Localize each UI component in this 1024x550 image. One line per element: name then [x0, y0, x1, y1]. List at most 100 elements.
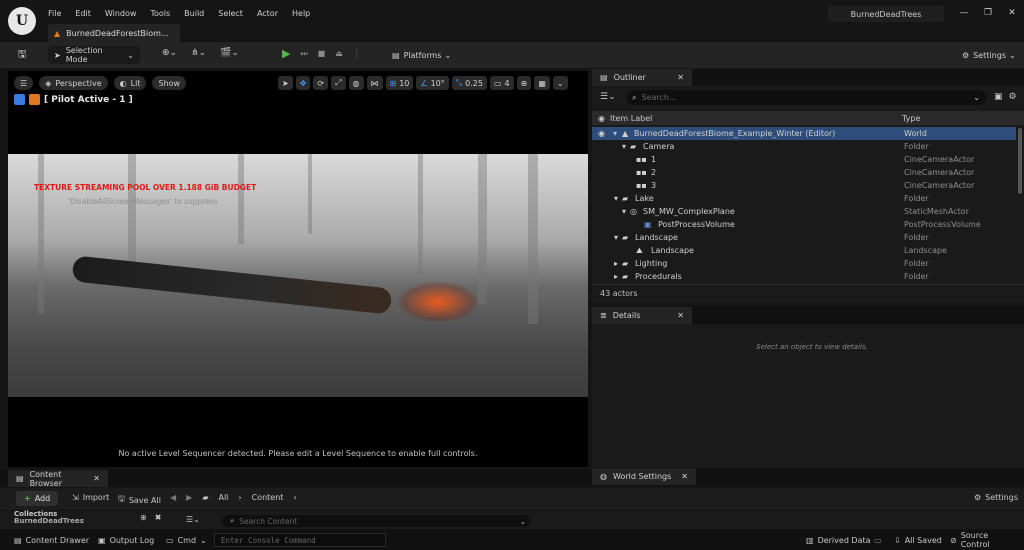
menu-edit[interactable]: Edit — [75, 9, 91, 18]
table-row[interactable]: ▣ PostProcessVolume PostProcessVolume — [592, 218, 1016, 231]
column-item-label[interactable]: Item Label — [610, 114, 652, 123]
stop-icon[interactable]: ■ — [318, 49, 326, 58]
close-icon[interactable]: ✕ — [677, 311, 684, 320]
viewport-globe-icon[interactable]: ⊕ — [516, 76, 532, 90]
outliner-filter-icon[interactable]: ☰⌄ — [600, 92, 616, 102]
outliner-search-input[interactable]: ⌕ Search... ⌄ — [626, 90, 986, 105]
source-control-button[interactable]: ⊘ Source Control — [944, 531, 1024, 549]
table-row[interactable]: ▸ ▰ Lighting Folder — [592, 257, 1016, 270]
world-space-icon[interactable]: ◍ — [348, 76, 364, 90]
outliner-scrollbar[interactable] — [1018, 128, 1022, 194]
notifications-icon[interactable]: ▭ — [868, 532, 888, 548]
menu-tools[interactable]: Tools — [150, 9, 170, 18]
viewport-menu-button[interactable]: ☰ — [14, 76, 34, 90]
add-folder-icon[interactable]: ▣ — [994, 92, 1003, 102]
chevron-right-icon[interactable]: › — [293, 493, 296, 502]
perspective-button[interactable]: ◈ Perspective — [39, 76, 108, 90]
menu-file[interactable]: File — [48, 9, 61, 18]
breadcrumb-all[interactable]: All — [218, 493, 228, 502]
expand-arrow-icon[interactable]: ▾ — [614, 233, 618, 242]
pilot-eject-icon[interactable] — [14, 94, 25, 105]
derived-data-button[interactable]: ▥ Derived Data — [800, 532, 877, 548]
expand-arrow-icon[interactable]: ▾ — [613, 129, 617, 138]
table-row[interactable]: ◉ ▾ ▲ BurnedDeadForestBiome_Example_Wint… — [592, 127, 1016, 140]
table-row[interactable]: ▪▪ 2 CineCameraActor — [592, 166, 1016, 179]
gear-icon[interactable]: ⚙ — [1009, 92, 1017, 102]
scale-snap-button[interactable]: ⤡ 0.25 — [451, 76, 487, 90]
close-icon[interactable]: ✕ — [93, 474, 100, 483]
collapse-icon[interactable]: ✖ — [155, 513, 162, 522]
table-row[interactable]: ▸ ▰ Procedurals Folder — [592, 270, 1016, 283]
visibility-icon[interactable]: ◉ — [598, 129, 605, 138]
table-row[interactable]: ⛰ Landscape Landscape — [592, 244, 1016, 257]
import-button[interactable]: ⇲ Import — [72, 493, 109, 502]
platforms-button[interactable]: ▤ Platforms ⌄ — [386, 46, 457, 64]
more-options-icon[interactable]: ⋮ — [353, 49, 361, 58]
expand-arrow-icon[interactable]: ▾ — [614, 194, 618, 203]
camera-speed-button[interactable]: ▭ 4 — [489, 76, 514, 90]
surface-snap-icon[interactable]: ⋈ — [366, 76, 383, 90]
back-icon[interactable]: ◀ — [170, 493, 176, 502]
table-row[interactable]: ▪▪ 1 CineCameraActor — [592, 153, 1016, 166]
unreal-logo-icon[interactable]: U — [8, 7, 36, 35]
content-search-input[interactable]: ⌕ Search Content ⌄ — [222, 515, 530, 527]
blueprint-icon[interactable]: ⋔⌄ — [191, 48, 206, 58]
content-browser-tab[interactable]: ▤ Content Browser ✕ — [8, 470, 108, 488]
menu-build[interactable]: Build — [184, 9, 204, 18]
table-row[interactable]: ▾ ▰ Landscape Folder — [592, 231, 1016, 244]
layout-icon[interactable]: ▦ — [534, 76, 550, 90]
close-icon[interactable]: ✕ — [1000, 8, 1024, 18]
expand-arrow-icon[interactable]: ▸ — [614, 272, 618, 281]
menu-window[interactable]: Window — [105, 9, 137, 18]
close-icon[interactable]: ✕ — [681, 472, 688, 481]
add-collection-icon[interactable]: ⊕ — [140, 513, 147, 522]
collections-header[interactable]: Collections BurnedDeadTrees — [14, 511, 84, 525]
show-button[interactable]: Show — [152, 76, 187, 90]
column-type[interactable]: Type — [902, 114, 920, 123]
selection-mode-button[interactable]: ➤ Selection Mode ⌄ — [48, 46, 140, 64]
table-row[interactable]: ▾ ◎ SM_MW_ComplexPlane StaticMeshActor — [592, 205, 1016, 218]
minimize-icon[interactable]: — — [952, 8, 976, 18]
content-drawer-button[interactable]: ▤ Content Drawer — [8, 532, 95, 548]
menu-select[interactable]: Select — [218, 9, 243, 18]
breadcrumb-content[interactable]: Content — [252, 493, 284, 502]
restore-icon[interactable]: ❐ — [976, 8, 1000, 18]
chevron-down-icon[interactable]: ⌄ — [552, 76, 568, 90]
cinematics-icon[interactable]: 🎬⌄ — [220, 48, 239, 58]
expand-arrow-icon[interactable]: ▾ — [622, 142, 626, 151]
outliner-tab[interactable]: ▤ Outliner ✕ — [592, 69, 692, 86]
add-button[interactable]: + Add — [16, 491, 59, 506]
table-row[interactable]: ▪▪ 3 CineCameraActor — [592, 179, 1016, 192]
step-icon[interactable]: ⏭ — [300, 49, 307, 59]
save-icon[interactable]: 🖫 — [14, 47, 30, 63]
content-filter-icon[interactable]: ☰⌄ — [186, 515, 200, 524]
scale-icon[interactable]: ⤢ — [331, 76, 346, 90]
document-tab[interactable]: ▲ BurnedDeadForestBiom... — [48, 24, 180, 42]
rotate-icon[interactable]: ⟳ — [313, 76, 329, 90]
menu-help[interactable]: Help — [292, 9, 310, 18]
play-icon[interactable]: ▶ — [282, 47, 290, 60]
expand-arrow-icon[interactable]: ▾ — [622, 207, 626, 216]
select-mode-icon[interactable]: ➤ — [278, 76, 293, 90]
grid-snap-button[interactable]: ⊞ 10 — [385, 76, 414, 90]
table-row[interactable]: ▾ ▰ Lake Folder — [592, 192, 1016, 205]
cmd-button[interactable]: ▭ Cmd ⌄ — [160, 532, 213, 548]
content-settings-button[interactable]: ⚙ Settings — [974, 493, 1018, 502]
translate-icon[interactable]: ✥ — [295, 76, 311, 90]
save-all-button[interactable]: 🖫 Save All — [118, 493, 161, 507]
table-row[interactable]: ▾ ▰ Camera Folder — [592, 140, 1016, 153]
all-saved-button[interactable]: ⇩ All Saved — [888, 532, 948, 548]
output-log-button[interactable]: ▣ Output Log — [92, 532, 160, 548]
close-icon[interactable]: ✕ — [677, 73, 684, 82]
expand-arrow-icon[interactable]: ▸ — [614, 259, 618, 268]
eject-icon[interactable]: ⏏ — [335, 49, 343, 58]
add-actor-icon[interactable]: ⊕⌄ — [162, 48, 177, 58]
world-settings-tab[interactable]: ◍ World Settings ✕ — [592, 468, 696, 485]
rotation-snap-button[interactable]: ∠ 10° — [416, 76, 449, 90]
forward-icon[interactable]: ▶ — [186, 493, 192, 502]
lit-button[interactable]: ◐ Lit — [113, 76, 147, 90]
details-tab[interactable]: ≣ Details ✕ — [592, 307, 692, 324]
console-input[interactable]: Enter Console Command — [214, 533, 386, 547]
menu-actor[interactable]: Actor — [257, 9, 278, 18]
settings-button[interactable]: ⚙ Settings ⌄ — [956, 46, 1022, 64]
